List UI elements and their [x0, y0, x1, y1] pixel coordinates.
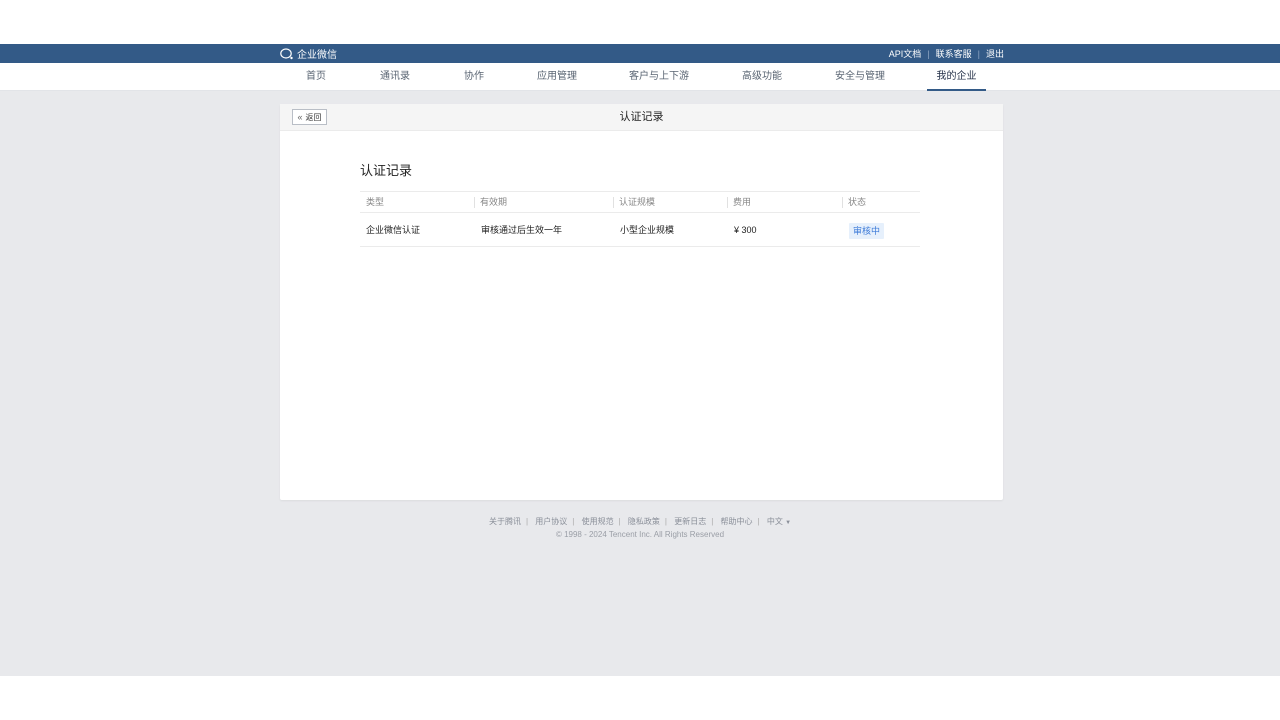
column-header-fee: 费用 [727, 192, 751, 213]
footer-links: 关于腾讯 | 用户协议 | 使用规范 | 隐私政策 | 更新日志 | 帮助中心 | 中文 ▼ [0, 516, 1280, 527]
caret-down-icon: ▼ [785, 520, 792, 526]
content-card: « 返回 认证记录 认证记录 类型 有效期 认证规模 费用 状态 企业微信认证 … [280, 104, 1003, 500]
table-row: 企业微信认证 审核通过后生效一年 小型企业规模 ¥ 300 审核中 [360, 213, 920, 247]
nav-item-contacts[interactable]: 通讯录 [378, 63, 412, 91]
top-links: API文档 | 联系客服 | 退出 [889, 47, 1004, 60]
divider: | [711, 517, 714, 526]
status-badge: 审核中 [849, 222, 885, 239]
nav-item-my-company[interactable]: 我的企业 [927, 63, 986, 91]
cell-status: 审核中 [843, 213, 885, 247]
nav-item-customers[interactable]: 客户与上下游 [628, 63, 690, 91]
footer-link-help[interactable]: 帮助中心 [721, 517, 753, 526]
logout-link[interactable]: 退出 [986, 47, 1004, 60]
divider: | [977, 48, 980, 59]
divider: | [757, 517, 760, 526]
contact-support-link[interactable]: 联系客服 [936, 47, 972, 60]
nav-item-home[interactable]: 首页 [303, 63, 329, 91]
divider: | [618, 517, 621, 526]
nav-item-security[interactable]: 安全与管理 [834, 63, 886, 91]
cell-scale: 小型企业规模 [620, 225, 675, 235]
column-header-type: 类型 [366, 197, 385, 207]
card-header: « 返回 认证记录 [280, 104, 1003, 131]
top-bar-inner: 企业微信 API文档 | 联系客服 | 退出 [280, 44, 1004, 63]
footer-link-user-agreement[interactable]: 用户协议 [535, 517, 567, 526]
column-header-validity: 有效期 [474, 192, 507, 213]
footer-link-changelog[interactable]: 更新日志 [674, 517, 706, 526]
brand[interactable]: 企业微信 [280, 46, 337, 61]
cell-fee: ¥ 300 [734, 225, 757, 235]
cell-validity: 审核通过后生效一年 [481, 225, 563, 235]
page-title: 认证记录 [619, 111, 664, 123]
certification-table: 类型 有效期 认证规模 费用 状态 企业微信认证 审核通过后生效一年 小型企业规… [360, 191, 920, 247]
top-bar: 企业微信 API文档 | 联系客服 | 退出 [0, 44, 1280, 63]
nav-item-advanced[interactable]: 高级功能 [740, 63, 784, 91]
api-docs-link[interactable]: API文档 [889, 47, 922, 60]
table-header: 类型 有效期 认证规模 费用 状态 [360, 191, 920, 213]
footer-link-privacy[interactable]: 隐私政策 [628, 517, 660, 526]
footer-link-usage-rules[interactable]: 使用规范 [582, 517, 614, 526]
divider: | [664, 517, 667, 526]
language-label: 中文 [766, 517, 783, 526]
divider: | [572, 517, 575, 526]
footer-link-about[interactable]: 关于腾讯 [489, 517, 521, 526]
divider: | [525, 517, 529, 526]
wecom-logo-icon [280, 47, 293, 59]
cell-type: 企业微信认证 [366, 225, 421, 235]
column-header-status: 状态 [842, 192, 866, 213]
main-nav: 首页 通讯录 协作 应用管理 客户与上下游 高级功能 安全与管理 我的企业 [0, 63, 1280, 91]
column-header-scale: 认证规模 [613, 192, 655, 213]
divider: | [927, 48, 930, 59]
brand-name: 企业微信 [297, 50, 337, 61]
copyright: © 1998 - 2024 Tencent Inc. All Rights Re… [555, 530, 725, 539]
section-title: 认证记录 [360, 163, 413, 178]
language-selector[interactable]: 中文 ▼ [767, 517, 791, 526]
nav-item-app-management[interactable]: 应用管理 [536, 63, 578, 91]
nav-item-collaboration[interactable]: 协作 [462, 63, 486, 91]
